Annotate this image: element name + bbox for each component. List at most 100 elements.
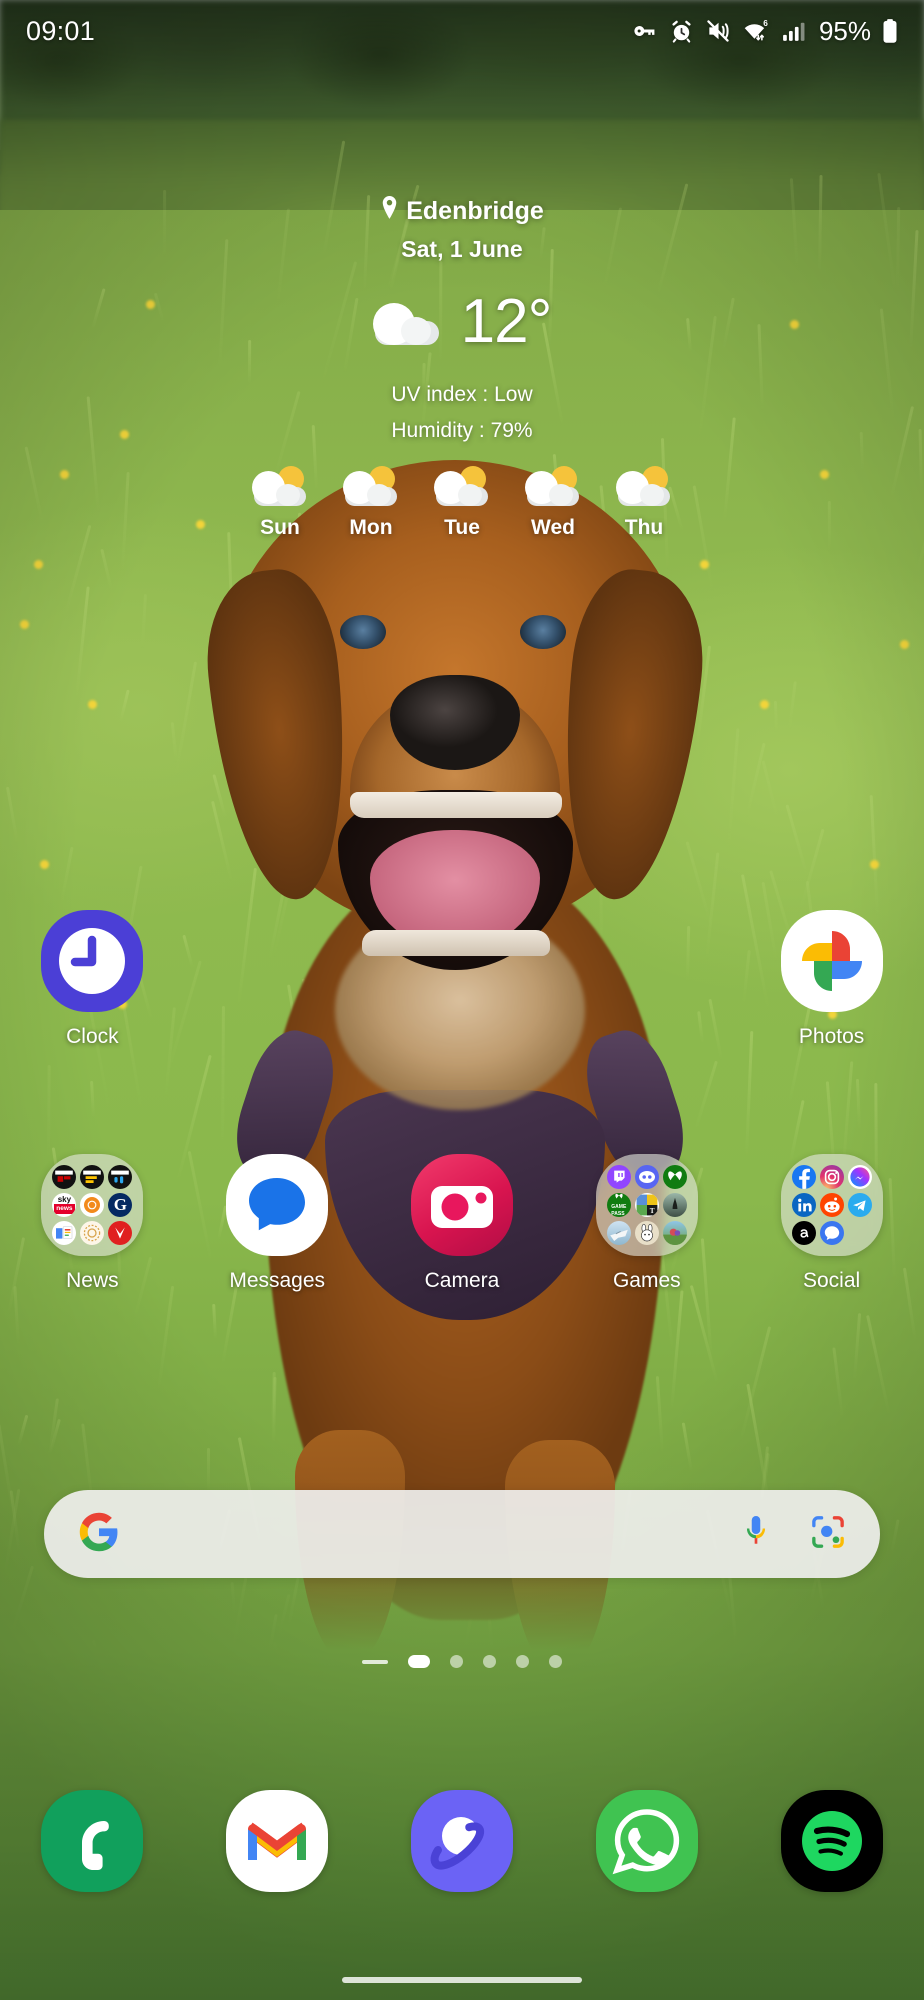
forecast-day-tue[interactable]: Tue — [427, 465, 498, 540]
page-dot-5[interactable] — [549, 1655, 562, 1668]
folder-news[interactable]: sky news G News — [0, 1154, 185, 1293]
alarm-icon — [669, 19, 694, 44]
dock-item-spotify[interactable] — [739, 1790, 924, 1892]
app-messages[interactable]: Messages — [185, 1154, 370, 1293]
sunburst-icon — [80, 1193, 104, 1217]
folder-slot-empty — [848, 1221, 872, 1245]
svg-text:6: 6 — [763, 19, 768, 28]
weather-location-row[interactable]: Edenbridge — [380, 196, 544, 227]
page-dot-3[interactable] — [483, 1655, 496, 1668]
forecast-day-label: Thu — [625, 516, 663, 540]
red-bird-icon — [108, 1221, 132, 1245]
sky-news-icon: sky news — [52, 1193, 76, 1217]
news-folder[interactable]: sky news G — [41, 1154, 143, 1256]
weather-widget[interactable]: Edenbridge Sat, 1 June 12° UV index : Lo… — [0, 196, 924, 540]
battery-percent-label: 95% — [819, 16, 871, 47]
forecast-day-mon[interactable]: Mon — [336, 465, 407, 540]
wifi-6-icon: 6 — [742, 18, 771, 44]
forecast-day-wed[interactable]: Wed — [518, 465, 589, 540]
home-page-marker[interactable] — [408, 1655, 430, 1668]
status-bar-clock: 09:01 — [26, 16, 95, 47]
status-bar-icons: 6 95% — [632, 16, 898, 47]
google-messages-icon[interactable] — [226, 1154, 328, 1256]
plane-game-icon — [607, 1221, 631, 1245]
google-news-icon — [52, 1221, 76, 1245]
partly-cloudy-icon — [434, 465, 490, 507]
signal-icon — [820, 1221, 844, 1245]
google-lens-icon[interactable] — [810, 1514, 846, 1555]
battery-icon — [882, 18, 898, 44]
app-label: Games — [613, 1269, 681, 1293]
search-actions — [740, 1513, 846, 1556]
bunny-game-icon — [635, 1221, 659, 1245]
dock-item-phone[interactable] — [0, 1790, 185, 1892]
weather-uv-index: UV index : Low — [391, 383, 532, 407]
forecast-day-thu[interactable]: Thu — [609, 465, 680, 540]
app-slot-empty — [554, 910, 739, 1049]
bbc-sounds-icon — [108, 1165, 132, 1189]
partly-cloudy-icon — [252, 465, 308, 507]
weather-temperature: 12° — [461, 291, 552, 353]
folder-social[interactable]: Social — [739, 1154, 924, 1293]
page-indicator[interactable] — [0, 1655, 924, 1668]
app-camera[interactable]: Camera — [370, 1154, 555, 1293]
weather-current-conditions[interactable]: 12° — [373, 291, 552, 353]
partly-cloudy-icon — [616, 465, 672, 507]
partly-cloudy-icon — [525, 465, 581, 507]
xbox-game-pass-icon: GAME PASS — [607, 1193, 631, 1217]
weather-date: Sat, 1 June — [401, 236, 522, 263]
camera-app-icon[interactable] — [411, 1154, 513, 1256]
location-pin-icon — [380, 196, 399, 227]
spotify-icon[interactable] — [781, 1790, 883, 1892]
weather-location-name: Edenbridge — [406, 197, 544, 226]
forecast-day-sun[interactable]: Sun — [245, 465, 316, 540]
app-label: Social — [803, 1269, 860, 1293]
folder-games[interactable]: GAME PASS T Games — [554, 1154, 739, 1293]
google-g-icon[interactable] — [78, 1511, 120, 1558]
twitch-icon — [607, 1165, 631, 1189]
dock-item-whatsapp[interactable] — [554, 1790, 739, 1892]
bbc-news-icon — [52, 1165, 76, 1189]
gmail-icon[interactable] — [226, 1790, 328, 1892]
status-bar[interactable]: 09:01 6 95% — [0, 0, 924, 62]
phone-app-icon[interactable] — [41, 1790, 143, 1892]
forecast-day-label: Sun — [260, 516, 300, 540]
whatsapp-icon[interactable] — [596, 1790, 698, 1892]
app-label: Photos — [799, 1025, 864, 1049]
clock-app-icon[interactable] — [41, 910, 143, 1012]
app-photos[interactable]: Photos — [739, 910, 924, 1049]
nyt-games-icon: T — [635, 1193, 659, 1217]
microphone-icon[interactable] — [740, 1513, 772, 1556]
app-row-1: Clock Photos — [0, 910, 924, 1049]
cloudy-icon — [373, 299, 441, 345]
dock-item-gmail[interactable] — [185, 1790, 370, 1892]
forecast-day-label: Mon — [349, 516, 392, 540]
landscape-game-icon — [663, 1221, 687, 1245]
google-search-bar[interactable] — [44, 1490, 880, 1578]
samsung-internet-icon[interactable] — [411, 1790, 513, 1892]
threads-icon — [792, 1221, 816, 1245]
page-dot-2[interactable] — [450, 1655, 463, 1668]
app-label: Messages — [229, 1269, 325, 1293]
app-slot-empty — [185, 910, 370, 1049]
page-indicator-bar — [362, 1660, 388, 1664]
svg-text:T: T — [650, 1207, 655, 1215]
dock-item-samsung-internet[interactable] — [370, 1790, 555, 1892]
weather-forecast-row[interactable]: Sun Mon Tue Wed Thu — [245, 465, 680, 540]
games-folder[interactable]: GAME PASS T — [596, 1154, 698, 1256]
app-label: Clock — [66, 1025, 119, 1049]
linkedin-icon — [792, 1193, 816, 1217]
page-dot-4[interactable] — [516, 1655, 529, 1668]
gesture-handle[interactable] — [342, 1977, 582, 1983]
google-photos-icon[interactable] — [781, 910, 883, 1012]
social-folder[interactable] — [781, 1154, 883, 1256]
telegram-icon — [848, 1193, 872, 1217]
messenger-icon — [848, 1165, 872, 1189]
navigation-bar[interactable] — [0, 1960, 924, 2000]
app-slot-empty — [370, 910, 555, 1049]
dock — [0, 1790, 924, 1892]
app-label: News — [66, 1269, 119, 1293]
xbox-icon — [663, 1165, 687, 1189]
app-clock[interactable]: Clock — [0, 910, 185, 1049]
reddit-icon — [820, 1193, 844, 1217]
